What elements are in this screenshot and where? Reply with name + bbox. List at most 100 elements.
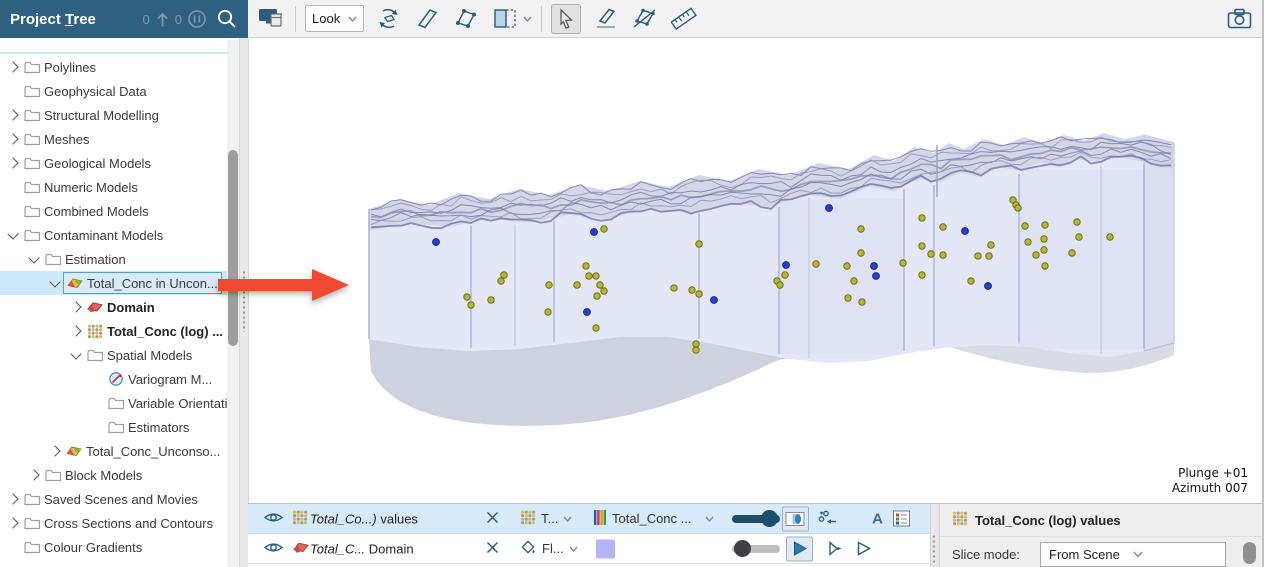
colour-swatch[interactable] [596,539,615,558]
geological-model-scene [249,39,1263,503]
solid-render-button[interactable] [786,536,813,561]
tree-item-variable-orientation[interactable]: Variable Orientation [0,391,227,415]
tree-item-label: Polylines [44,60,96,75]
tree-item-total-conc-in-uncon[interactable]: Total_Conc in Uncon... [0,271,227,295]
colourmap-dropdown[interactable]: Total_Conc ... [594,509,714,529]
chevron-right-icon[interactable] [4,135,21,143]
remove-from-scene-icon[interactable] [486,511,499,527]
clear-scene-button[interactable] [256,4,286,34]
draw-polyline-button[interactable] [629,4,659,34]
splitter-grip[interactable] [932,534,936,564]
tree-item-label: Total_Conc_Unconso... [86,444,220,459]
tree-item-saved-scenes-and-movies[interactable]: Saved Scenes and Movies [0,487,227,511]
chevron-right-icon[interactable] [67,327,84,335]
tree-item-block-models[interactable]: Block Models [0,463,227,487]
chevron-down-icon[interactable] [25,257,42,262]
sidebar-splitter[interactable] [239,38,248,567]
tree-scrollbar[interactable] [227,40,239,567]
tree-item-spatial-models[interactable]: Spatial Models [0,343,227,367]
values-points-icon [520,510,536,528]
chevron-down-icon[interactable] [67,353,84,358]
moving-plane-button[interactable] [451,4,481,34]
look-dropdown[interactable]: Look [305,5,364,32]
chevron-right-icon[interactable] [4,159,21,167]
rotate-scene-button[interactable] [373,4,403,34]
folder-icon [22,540,42,554]
search-icon[interactable] [216,8,238,30]
slice-box-button[interactable] [490,4,520,34]
filter-points-button[interactable] [814,506,841,531]
upload-arrow-icon[interactable] [155,11,170,28]
slider-knob[interactable] [734,540,751,557]
display-column-dropdown[interactable]: T... [520,510,586,528]
point-style-button[interactable] [782,506,809,531]
tree-item-label: Spatial Models [107,348,192,363]
select-tool-button[interactable] [551,4,581,34]
chevron-right-icon[interactable] [46,447,63,455]
wireframe-render-button[interactable] [850,536,877,561]
colour-mode-dropdown[interactable]: Fl... [520,539,586,559]
tree-item-colour-gradients[interactable]: Colour Gradients [0,535,227,559]
tree-item-numeric-models[interactable]: Numeric Models [0,175,227,199]
slicer-tool-button[interactable] [412,4,442,34]
running-tasks-count: 0 [143,12,150,27]
remove-from-scene-icon[interactable] [486,541,499,557]
tree-item-geophysical-data[interactable]: Geophysical Data [0,79,227,103]
slice-mode-value: From Scene [1049,547,1133,562]
tree-scrollbar-thumb[interactable] [228,150,238,346]
tree-item-total-conc-log[interactable]: Total_Conc (log) ... [0,319,227,343]
splitter-grip[interactable] [242,270,246,332]
folder-icon [22,180,42,194]
folder-icon [85,348,105,362]
tree-item-polylines[interactable]: Polylines [0,55,227,79]
chevron-down-icon [569,546,578,552]
tree-item-estimation[interactable]: Estimation [0,247,227,271]
visibility-eye-icon[interactable] [263,540,284,558]
chevron-right-icon[interactable] [67,303,84,311]
tree-item-estimators[interactable]: Estimators [0,415,227,439]
folder-icon [106,420,126,434]
orientation-readout: Plunge +01 Azimuth 007 [1172,466,1248,497]
project-tree-panel: Project Tree 0 0 PolylinesGeophysical Da… [0,0,248,567]
chevron-right-icon[interactable] [4,495,21,503]
tree-item-label: Geophysical Data [44,84,147,99]
tree-item-domain[interactable]: Domain [0,295,227,319]
screenshot-camera-button[interactable] [1224,4,1254,34]
scene-viewport[interactable]: Plunge +01 Azimuth 007 [248,39,1262,503]
tree-item-contaminant-models[interactable]: Contaminant Models [0,223,227,247]
bottom-panel-splitter[interactable] [930,504,940,567]
chevron-right-icon[interactable] [4,63,21,71]
tree-item-variogram-m[interactable]: Variogram M... [0,367,227,391]
text-labels-button[interactable]: A [864,506,891,531]
ruler-tool-button[interactable] [668,4,698,34]
tree-item-total-conc-unconso[interactable]: Total_Conc_Unconso... [0,439,227,463]
point-size-slider[interactable] [732,510,780,528]
cmodel-icon [64,444,84,458]
draw-slicer-line-button[interactable] [590,4,620,34]
slice-mode-select[interactable]: From Scene [1040,542,1226,567]
project-tree: Polylines Geophysical Data Structural Mode… [0,40,227,567]
tree-item-meshes[interactable]: Meshes [0,127,227,151]
properties-scrollbar-thumb[interactable] [1243,542,1256,564]
tree-item-structural-modelling[interactable]: Structural Modelling [0,103,227,127]
chevron-right-icon[interactable] [25,471,42,479]
slice-box-dropdown-chevron[interactable] [523,16,532,22]
colourmap-icon [594,509,607,529]
tree-item-geological-models[interactable]: Geological Models [0,151,227,175]
chevron-right-icon[interactable] [4,111,21,119]
shape-row-values[interactable]: Total_Co...) values T... Total_Conc ... [248,504,930,534]
legend-button[interactable] [888,506,915,531]
chevron-right-icon[interactable] [4,519,21,527]
chevron-down-icon[interactable] [4,233,21,238]
application-window: Project Tree 0 0 PolylinesGeophysical Da… [0,0,1264,567]
tree-item-label: Structural Modelling [44,108,159,123]
tree-item-cross-sections-and-contours[interactable]: Cross Sections and Contours [0,511,227,535]
two-sided-render-button[interactable] [820,536,847,561]
tree-item-combined-models[interactable]: Combined Models [0,199,227,223]
chevron-down-icon[interactable] [46,281,63,286]
shape-row-domain[interactable]: Total_C... Domain Fl... [248,534,930,564]
slider-knob[interactable] [761,510,778,527]
pause-icon[interactable] [187,9,207,29]
opacity-slider[interactable] [732,540,780,558]
visibility-eye-icon[interactable] [263,510,284,528]
